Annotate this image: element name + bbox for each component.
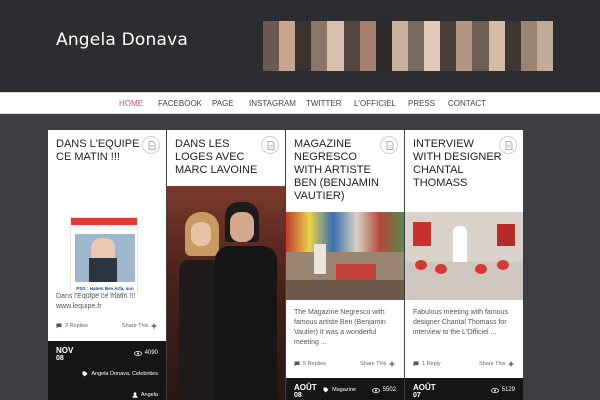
share-label: Share This <box>360 361 387 367</box>
post-title[interactable]: DANS L'EQUIPE CE MATIN !!! <box>56 138 148 164</box>
tags-list: Magazine <box>332 387 356 393</box>
document-icon <box>148 141 156 150</box>
lequipe-page-thumbnail: PSG : Hatem Ben Arfa, son entourage à la… <box>70 217 138 294</box>
header-photo-banner <box>263 21 553 71</box>
post-views: 4090 <box>133 350 158 356</box>
post-photo[interactable] <box>286 212 404 300</box>
eye-icon <box>490 387 499 393</box>
post-author[interactable]: Angela <box>132 392 158 398</box>
nav-lofficiel[interactable]: L'OFFICIEL <box>354 99 396 108</box>
plus-icon <box>508 361 513 367</box>
post-views: 5502 <box>371 387 396 393</box>
main-nav: HOME FACEBOOK PAGE INSTAGRAM TWITTER L'O… <box>0 92 600 114</box>
post-excerpt: Dans l'Equipe ce matin !!! www.lequipe.f… <box>56 293 136 310</box>
nav-contact[interactable]: CONTACT <box>448 99 486 108</box>
tag-icon <box>323 387 329 393</box>
replies-count: 5 Replies <box>303 361 326 367</box>
post-card[interactable]: DANS LES LOGES AVEC MARC LAVOINE <box>167 130 285 400</box>
post-title[interactable]: INTERVIEW WITH DESIGNER CHANTAL THOMASS <box>413 138 505 190</box>
post-date-bar: AOÛT 08 Magazine 5502 <box>286 378 404 400</box>
share-label: Share This <box>479 361 506 367</box>
post-date-bar: NOV 08 4090 Angela Donava, Celebrities A… <box>48 341 166 400</box>
post-day: 08 <box>294 392 302 399</box>
post-views: 5129 <box>490 387 515 393</box>
nav-twitter[interactable]: TWITTER <box>306 99 342 108</box>
nav-instagram[interactable]: INSTAGRAM <box>249 99 296 108</box>
replies-count: 1 Reply <box>422 361 441 367</box>
views-count: 5129 <box>501 387 515 393</box>
site-title[interactable]: Angela Donava <box>56 30 188 50</box>
views-count: 5502 <box>382 387 396 393</box>
comment-icon <box>56 323 62 329</box>
post-title[interactable]: DANS LES LOGES AVEC MARC LAVOINE <box>175 138 267 177</box>
post-tags[interactable]: Angela Donava, Celebrities <box>82 371 158 377</box>
post-month: NOV <box>56 346 74 355</box>
comment-icon <box>413 361 419 367</box>
post-card[interactable]: MAGAZINE NEGRESCO WITH ARTISTE BEN (BENJ… <box>286 130 404 400</box>
post-format-button[interactable] <box>261 136 279 154</box>
document-icon <box>386 141 394 150</box>
tags-list: Angela Donava, Celebrities <box>91 371 158 377</box>
plus-icon <box>151 323 156 329</box>
comment-icon <box>294 361 300 367</box>
post-card[interactable]: INTERVIEW WITH DESIGNER CHANTAL THOMASS … <box>405 130 523 400</box>
post-format-button[interactable] <box>380 136 398 154</box>
post-title[interactable]: MAGAZINE NEGRESCO WITH ARTISTE BEN (BENJ… <box>294 138 386 203</box>
post-tags[interactable]: Magazine <box>323 387 356 393</box>
nav-home[interactable]: HOME <box>119 99 143 108</box>
eye-icon <box>371 387 380 393</box>
post-day: 08 <box>56 355 64 362</box>
document-icon <box>505 141 513 150</box>
post-photo[interactable] <box>167 186 285 400</box>
share-label: Share This <box>122 323 149 329</box>
post-day: 07 <box>413 392 421 399</box>
author-name: Angela <box>140 392 158 398</box>
post-excerpt: The Magazine Negresco with famous artist… <box>294 309 386 346</box>
nav-press[interactable]: PRESS <box>408 99 435 108</box>
tag-icon <box>82 371 88 377</box>
eye-icon <box>133 350 142 356</box>
user-icon <box>132 392 138 398</box>
document-icon <box>267 141 275 150</box>
views-count: 4090 <box>144 350 158 356</box>
share-button[interactable]: Share This <box>479 361 514 367</box>
nav-facebook[interactable]: FACEBOOK <box>158 99 202 108</box>
nav-page[interactable]: PAGE <box>212 99 234 108</box>
post-date-bar: AOÛT 07 5129 <box>405 378 523 400</box>
site-header: Angela Donava <box>0 0 600 92</box>
share-button[interactable]: Share This <box>122 323 157 329</box>
share-button[interactable]: Share This <box>360 361 395 367</box>
post-replies[interactable]: 1 Reply <box>413 361 441 367</box>
post-thumbnail[interactable]: PSG : Hatem Ben Arfa, son entourage à la… <box>48 170 166 294</box>
plus-icon <box>389 361 394 367</box>
post-month: AOÛT <box>294 383 317 392</box>
post-format-button[interactable] <box>499 136 517 154</box>
replies-count: 3 Replies <box>65 323 88 329</box>
post-replies[interactable]: 3 Replies <box>56 323 88 329</box>
post-excerpt: Fabulous meeting with famous designer Ch… <box>413 309 508 336</box>
post-format-button[interactable] <box>142 136 160 154</box>
post-replies[interactable]: 5 Replies <box>294 361 326 367</box>
post-photo[interactable] <box>405 212 523 300</box>
post-month: AOÛT <box>413 383 436 392</box>
post-card[interactable]: DANS L'EQUIPE CE MATIN !!! PSG : Hatem B… <box>48 130 166 400</box>
